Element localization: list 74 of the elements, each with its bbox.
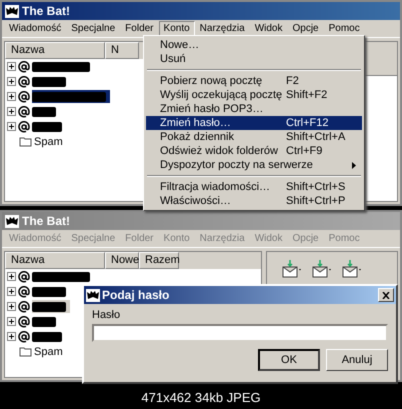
at-sign-icon: [18, 90, 30, 102]
image-caption: 471x462 34kb JPEG: [140, 389, 262, 407]
password-field[interactable]: [92, 324, 388, 342]
at-sign-icon: [18, 300, 30, 312]
menu-item[interactable]: Opcje: [288, 21, 324, 36]
redacted-block: [32, 106, 56, 116]
redacted-block: [32, 286, 66, 296]
menu-option[interactable]: Zmień hasło… Ctrl+F12: [146, 116, 362, 130]
window-title: The Bat!: [22, 4, 70, 18]
redacted-block: [32, 332, 62, 342]
at-sign-icon: [18, 106, 30, 118]
folder-row-highlight[interactable]: [32, 300, 70, 313]
menu-option[interactable]: Zmień hasło POP3…: [146, 102, 362, 116]
at-sign-icon: [18, 330, 30, 342]
dialog-button[interactable]: Anuluj: [326, 349, 388, 371]
menu-item[interactable]: Widok: [250, 21, 288, 36]
expand-icon[interactable]: [7, 122, 16, 131]
envelope-icon[interactable]: [341, 258, 363, 278]
submenu-arrow-icon: [352, 162, 356, 168]
menu-option[interactable]: Właściwości… Shift+Ctrl+P: [146, 194, 362, 208]
column-header[interactable]: Nazwa: [5, 252, 105, 269]
folder-name[interactable]: Spam: [34, 135, 67, 148]
expand-icon[interactable]: [7, 332, 16, 341]
column-header[interactable]: Razem: [139, 252, 179, 269]
dialog-button[interactable]: OK: [258, 349, 320, 371]
folder-name[interactable]: Spam: [34, 345, 67, 358]
expand-icon[interactable]: [7, 287, 16, 296]
redacted-block: [32, 272, 90, 282]
at-sign-icon: [18, 120, 30, 132]
expand-icon[interactable]: [7, 92, 16, 101]
column-header[interactable]: Nazwa: [5, 42, 105, 59]
menu-option[interactable]: Wyślij oczekującą pocztę Shift+F2: [146, 88, 362, 102]
menu-option[interactable]: Pobierz nową pocztę F2: [146, 74, 362, 88]
expand-icon[interactable]: [7, 272, 16, 281]
menu-option[interactable]: Nowe…: [146, 38, 362, 52]
close-icon: [382, 292, 390, 298]
bat-logo-icon: [86, 288, 100, 302]
at-sign-icon: [18, 76, 30, 88]
redacted-block: [32, 122, 62, 132]
menu-item[interactable]: Narzędzia: [194, 21, 250, 36]
at-sign-icon: [18, 316, 30, 328]
bat-logo-icon: [5, 214, 19, 228]
at-sign-icon: [18, 270, 30, 282]
close-button[interactable]: [378, 288, 394, 302]
expand-icon[interactable]: [7, 62, 16, 71]
at-sign-icon: [18, 60, 30, 72]
menu-item[interactable]: Folder: [120, 21, 159, 36]
envelope-icon[interactable]: [311, 258, 333, 278]
redacted-block: [32, 76, 66, 86]
menu-item[interactable]: Specjalne: [66, 21, 120, 36]
folder-icon: [19, 346, 32, 357]
redacted-block: [32, 316, 56, 326]
menu-option[interactable]: Odśwież widok folderów Ctrl+F9: [146, 144, 362, 158]
expand-icon[interactable]: [7, 302, 16, 311]
expand-icon[interactable]: [7, 107, 16, 116]
at-sign-icon: [18, 286, 30, 298]
menu-option[interactable]: Dyspozytor poczty na serwerze: [146, 158, 362, 172]
menu-item[interactable]: Wiadomość: [4, 21, 66, 36]
redacted-block: [32, 302, 66, 312]
menu-option[interactable]: Filtracja wiadomości… Shift+Ctrl+S: [146, 180, 362, 194]
field-label: Hasło: [92, 309, 122, 321]
expand-icon[interactable]: [7, 77, 16, 86]
bat-logo-icon: [5, 4, 19, 18]
redacted-block: [32, 62, 90, 72]
column-header[interactable]: Nowe: [105, 252, 139, 269]
menu-option[interactable]: Pokaż dziennik Shift+Ctrl+A: [146, 130, 362, 144]
folder-icon: [19, 136, 32, 147]
expand-icon[interactable]: [7, 317, 16, 326]
window-title: The Bat!: [22, 214, 70, 228]
dialog-title: Podaj hasło: [102, 288, 170, 302]
column-header[interactable]: N: [105, 42, 139, 59]
menu-option[interactable]: Usuń: [146, 52, 362, 66]
envelope-icon[interactable]: [281, 258, 303, 278]
menu-item[interactable]: Pomoc: [324, 21, 365, 36]
